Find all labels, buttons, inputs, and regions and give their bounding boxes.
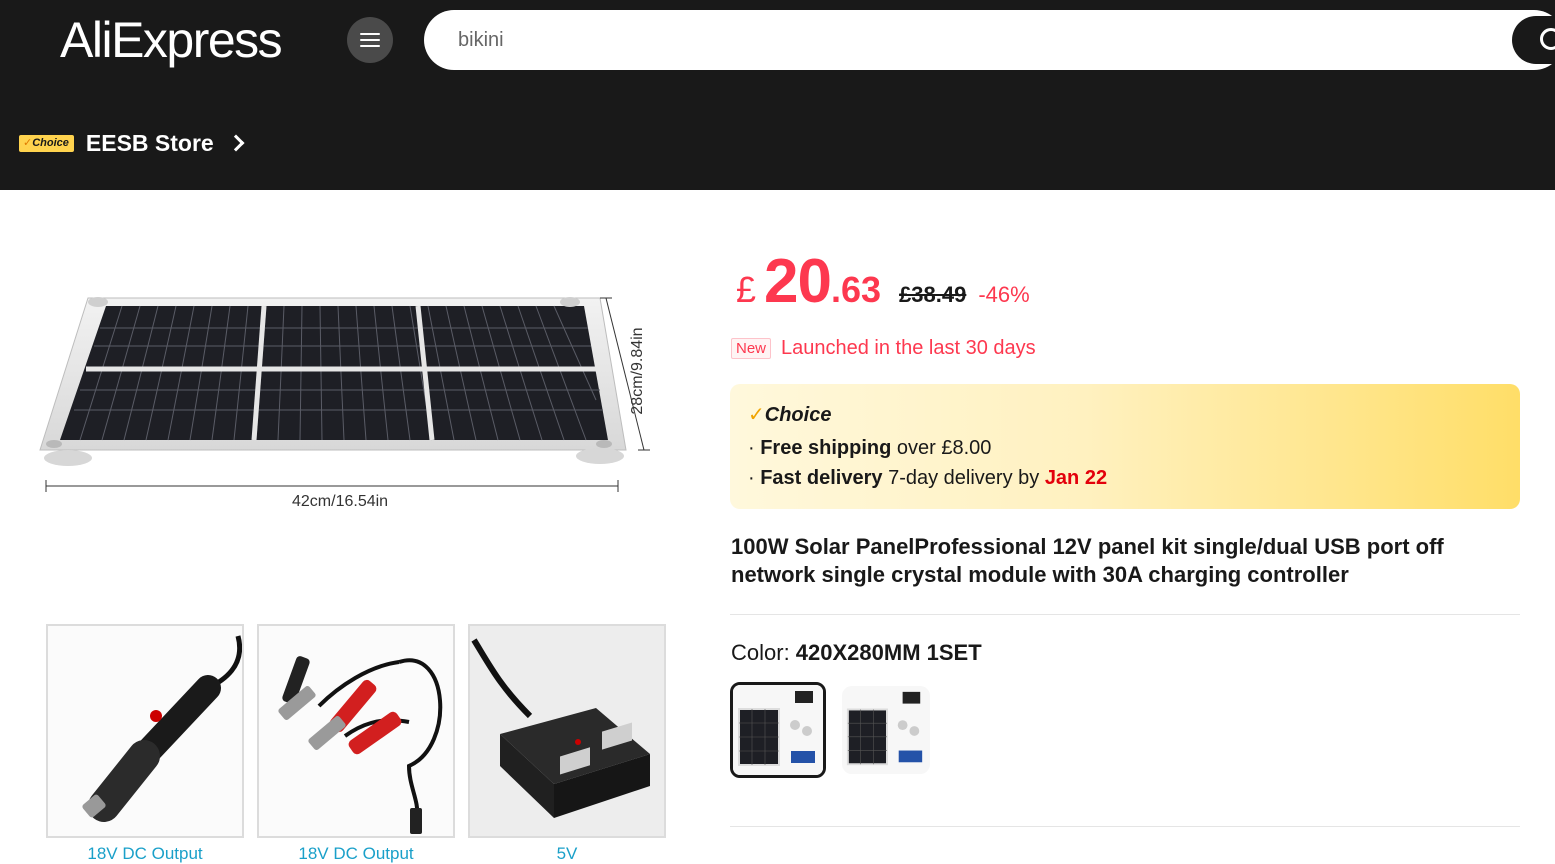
alligator-clips-image: [259, 626, 453, 836]
check-icon: ✓: [748, 404, 765, 426]
price-integer: 20: [764, 247, 832, 316]
main-product-image[interactable]: 42cm/16.54in 28cm/9.84in: [30, 280, 670, 520]
price-block: £ 20 .63 £38.49 -46%: [736, 246, 1030, 316]
chevron-right-icon[interactable]: [227, 134, 245, 152]
solar-panel-illustration: [39, 297, 650, 492]
choice-title-label: Choice: [764, 404, 832, 426]
color-swatch-selected[interactable]: [730, 682, 826, 778]
free-shipping-text: over: [891, 437, 942, 459]
free-shipping-label: Free shipping: [760, 437, 892, 459]
delivery-date: Jan 22: [1044, 467, 1108, 489]
menu-button[interactable]: [347, 17, 393, 63]
discount-percent: -46%: [978, 282, 1030, 307]
height-dimension-label: 28cm/9.84in: [629, 327, 646, 415]
launch-info: New Launched in the last 30 days: [731, 335, 1036, 361]
choice-benefits-box[interactable]: ✓Choice · Free shipping over £8.00 · Fas…: [730, 384, 1520, 509]
color-label-prefix: Color:: [731, 640, 796, 665]
color-value: 420X280MM 1SET: [795, 640, 982, 665]
thumbnail-clips[interactable]: [257, 624, 455, 838]
search-input[interactable]: [458, 10, 1458, 70]
store-name[interactable]: EESB Store: [86, 130, 214, 157]
thumbnail-car-plug[interactable]: [46, 624, 244, 838]
search-button[interactable]: [1512, 16, 1555, 64]
check-icon: ✓: [23, 136, 33, 149]
price-decimal: .63: [831, 269, 882, 310]
fast-delivery-line: · Fast delivery 7-day delivery by Jan 22: [748, 467, 1108, 489]
new-tag: New: [731, 337, 772, 359]
swatch-kit-image: [733, 685, 823, 775]
width-dimension-label: 42cm/16.54in: [292, 493, 389, 510]
choice-title: ✓Choice: [748, 402, 831, 427]
choice-badge-label: Choice: [32, 136, 69, 149]
search-icon: [1540, 28, 1555, 50]
thumbnail-caption: 5V: [556, 844, 578, 863]
choice-badge: ✓Choice: [19, 134, 74, 152]
car-plug-image: [48, 626, 242, 836]
divider: [730, 826, 1520, 827]
product-title: 100W Solar PanelProfessional 12V panel k…: [731, 534, 1444, 587]
search-bar: [424, 10, 1555, 70]
thumbnail-caption: 18V DC Output: [298, 844, 414, 863]
launch-text: Launched in the last 30 days: [781, 336, 1036, 359]
currency-symbol: £: [736, 269, 757, 310]
site-header: AliExpress ✓Choice EESB Store: [0, 0, 1555, 190]
color-label: Color: 420X280MM 1SET: [731, 640, 982, 666]
thumbnail-caption: 18V DC Output: [87, 844, 203, 863]
original-price: £38.49: [899, 282, 967, 307]
color-swatch[interactable]: [842, 686, 930, 774]
thumbnail-usb-box[interactable]: [468, 624, 666, 838]
fast-delivery-text: 7-day delivery by: [882, 467, 1045, 489]
divider: [730, 614, 1520, 615]
store-link[interactable]: ✓Choice EESB Store: [19, 126, 245, 160]
thumbnail-strip: 18V DC Output 18V DC Output 5V: [46, 624, 670, 863]
free-shipping-threshold: £8.00: [941, 437, 992, 459]
free-shipping-line: · Free shipping over £8.00: [748, 437, 992, 459]
aliexpress-logo[interactable]: AliExpress: [60, 10, 283, 70]
usb-box-image: [470, 626, 664, 836]
hamburger-icon: [360, 33, 380, 47]
swatch-kit-image: [842, 686, 930, 774]
fast-delivery-label: Fast delivery: [760, 467, 883, 489]
